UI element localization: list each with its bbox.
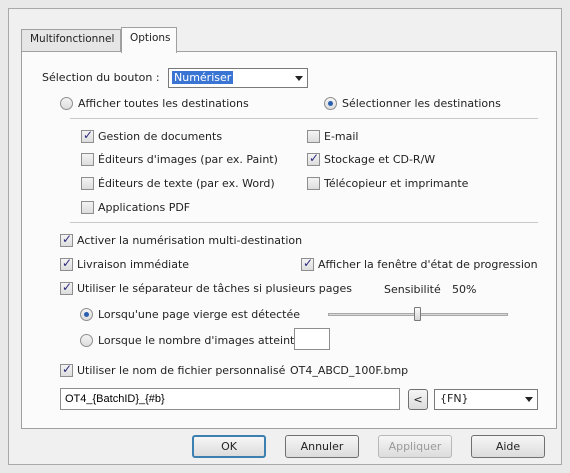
destination-document-management-checkbox[interactable] bbox=[81, 128, 94, 143]
options-panel: Sélection du bouton : Numériser Afficher… bbox=[21, 51, 557, 429]
chevron-down-icon bbox=[525, 397, 533, 402]
destination-text-editors-label: Éditeurs de texte (par ex. Word) bbox=[98, 177, 275, 190]
progress-window-checkbox[interactable] bbox=[301, 256, 314, 271]
filename-pattern-input[interactable] bbox=[60, 388, 400, 410]
blank-page-radio[interactable] bbox=[80, 308, 93, 321]
multi-destination-label: Activer la numérisation multi-destinatio… bbox=[77, 234, 303, 247]
cancel-button[interactable]: Annuler bbox=[285, 435, 359, 458]
job-separator-label: Utiliser le séparateur de tâches si plus… bbox=[77, 282, 353, 295]
show-all-destinations-radio[interactable] bbox=[60, 97, 73, 110]
custom-filename-checkbox[interactable] bbox=[60, 362, 73, 377]
multi-destination-checkbox[interactable] bbox=[60, 232, 73, 247]
destination-image-editors-label: Éditeurs d'images (par ex. Paint) bbox=[98, 153, 278, 166]
chevron-down-icon bbox=[295, 76, 303, 81]
destination-fax-printer-checkbox[interactable] bbox=[307, 177, 320, 190]
custom-filename-example: OT4_ABCD_100F.bmp bbox=[290, 364, 409, 377]
tab-multifonctionnel[interactable]: Multifonctionnel bbox=[21, 29, 121, 51]
immediate-delivery-label: Livraison immédiate bbox=[77, 258, 190, 271]
blank-page-label: Lorsqu'une page vierge est détectée bbox=[98, 308, 301, 321]
destination-storage-cdrw-checkbox[interactable] bbox=[307, 151, 320, 166]
select-destinations-label: Sélectionner les destinations bbox=[342, 97, 501, 110]
apply-button[interactable]: Appliquer bbox=[378, 435, 452, 458]
button-selection-value: Numériser bbox=[172, 71, 234, 84]
sensitivity-label: Sensibilité bbox=[384, 283, 441, 296]
immediate-delivery-checkbox[interactable] bbox=[60, 256, 73, 271]
job-separator-checkbox[interactable] bbox=[60, 280, 73, 295]
insert-token-button[interactable]: < bbox=[408, 389, 428, 410]
destination-text-editors-checkbox[interactable] bbox=[81, 177, 94, 190]
help-button[interactable]: Aide bbox=[471, 435, 545, 458]
select-destinations-radio[interactable] bbox=[324, 97, 337, 110]
destination-email-label: E-mail bbox=[324, 130, 359, 143]
sensitivity-slider-thumb[interactable] bbox=[414, 307, 421, 321]
image-count-input[interactable] bbox=[294, 328, 330, 350]
token-select[interactable]: {FN} bbox=[434, 389, 538, 410]
destination-document-management-label: Gestion de documents bbox=[98, 130, 223, 143]
destination-pdf-applications-label: Applications PDF bbox=[98, 201, 191, 214]
tab-options[interactable]: Options bbox=[121, 27, 177, 53]
properties-dialog: Multifonctionnel Options Sélection du bo… bbox=[8, 8, 562, 465]
sensitivity-value: 50% bbox=[452, 283, 477, 296]
ok-button[interactable]: OK bbox=[192, 435, 266, 458]
image-count-label: Lorsque le nombre d'images atteint bbox=[98, 334, 295, 347]
separator bbox=[70, 222, 538, 223]
destination-email-checkbox[interactable] bbox=[307, 130, 320, 143]
image-count-radio[interactable] bbox=[80, 334, 93, 347]
destination-pdf-applications-checkbox[interactable] bbox=[81, 201, 94, 214]
destination-image-editors-checkbox[interactable] bbox=[81, 153, 94, 166]
separator bbox=[70, 118, 538, 119]
custom-filename-label: Utiliser le nom de fichier personnalisé bbox=[77, 364, 286, 377]
token-select-value: {FN} bbox=[440, 392, 469, 405]
button-selection-dropdown[interactable]: Numériser bbox=[168, 68, 308, 88]
destination-fax-printer-label: Télécopieur et imprimante bbox=[324, 177, 469, 190]
progress-window-label: Afficher la fenêtre d'état de progressio… bbox=[318, 258, 538, 271]
show-all-destinations-label: Afficher toutes les destinations bbox=[78, 97, 249, 110]
destination-storage-cdrw-label: Stockage et CD-R/W bbox=[324, 153, 436, 166]
button-selection-label: Sélection du bouton : bbox=[42, 71, 160, 84]
